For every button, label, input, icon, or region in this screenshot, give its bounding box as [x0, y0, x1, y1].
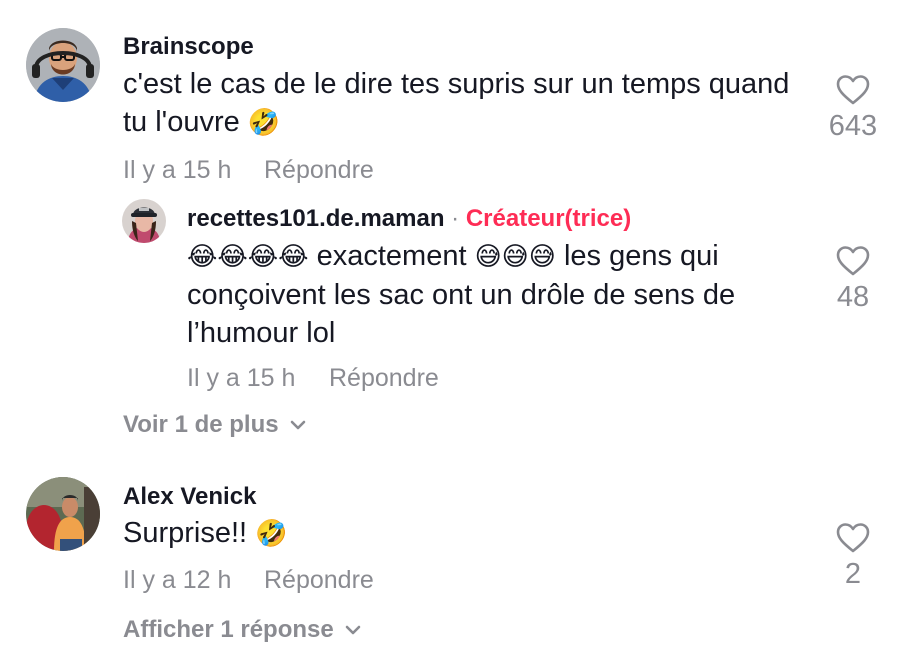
reply-username-link[interactable]: recettes101.de.maman	[187, 205, 444, 232]
laughing-tears-emoji: 😂😂😂😂	[187, 242, 309, 272]
comment-text: Surprise!! 🤣	[123, 517, 288, 549]
comment-username[interactable]: Alex Venick	[123, 483, 256, 511]
reply-button[interactable]: Répondre	[264, 156, 374, 185]
like-button[interactable]: 643	[818, 74, 888, 143]
chevron-down-icon	[290, 420, 305, 430]
comment-timestamp: Il y a 12 h	[123, 566, 232, 594]
reply-button[interactable]: Répondre	[264, 566, 374, 595]
heart-icon	[836, 246, 870, 276]
separator-dot: ·	[451, 205, 460, 232]
heart-icon	[836, 75, 870, 105]
reply-text: 😂😂😂😂 exactement 😅😅😅 les gens qui conçoiv…	[187, 237, 807, 352]
comment-timestamp: Il y a 15 h	[123, 156, 232, 184]
grinning-sweat-emoji: 😅😅😅	[474, 242, 556, 272]
like-count: 48	[836, 281, 870, 313]
reply-timestamp: Il y a 15 h	[187, 364, 296, 392]
heart-icon	[836, 523, 870, 553]
rolling-laughing-emoji: 🤣	[255, 519, 288, 549]
chevron-down-icon	[345, 625, 361, 635]
reply-text-line: conçoivent les sac ont un drôle de sens …	[187, 279, 736, 311]
view-more-replies[interactable]: Voir 1 de plus	[123, 411, 307, 439]
creator-badge: Créateur(trice)	[465, 205, 632, 232]
reply-button[interactable]: Répondre	[329, 364, 439, 393]
avatar-alex-venick[interactable]	[26, 477, 100, 551]
comment-text: c'est le cas de le dire tes supris sur u…	[123, 65, 823, 142]
reply-username: recettes101.de.maman · Créateur(trice)	[187, 205, 631, 233]
like-button[interactable]: 48	[818, 245, 888, 314]
reply-text-line: 😂😂😂😂 exactement 😅😅😅 les gens qui	[187, 240, 719, 272]
like-count: 2	[844, 558, 862, 590]
rolling-laughing-emoji: 🤣	[247, 108, 281, 138]
reply-text-line: l’humour lol	[187, 317, 336, 349]
comment-text-line: c'est le cas de le dire tes supris sur u…	[123, 68, 790, 100]
show-replies[interactable]: Afficher 1 réponse	[123, 616, 362, 644]
avatar-brainscope[interactable]	[26, 28, 100, 102]
like-count: 643	[828, 110, 878, 142]
comment-username[interactable]: Brainscope	[123, 33, 254, 61]
avatar-recettes101[interactable]	[122, 199, 166, 243]
comment-text-line: tu l'ouvre 🤣	[123, 106, 281, 138]
like-button[interactable]: 2	[818, 522, 888, 591]
